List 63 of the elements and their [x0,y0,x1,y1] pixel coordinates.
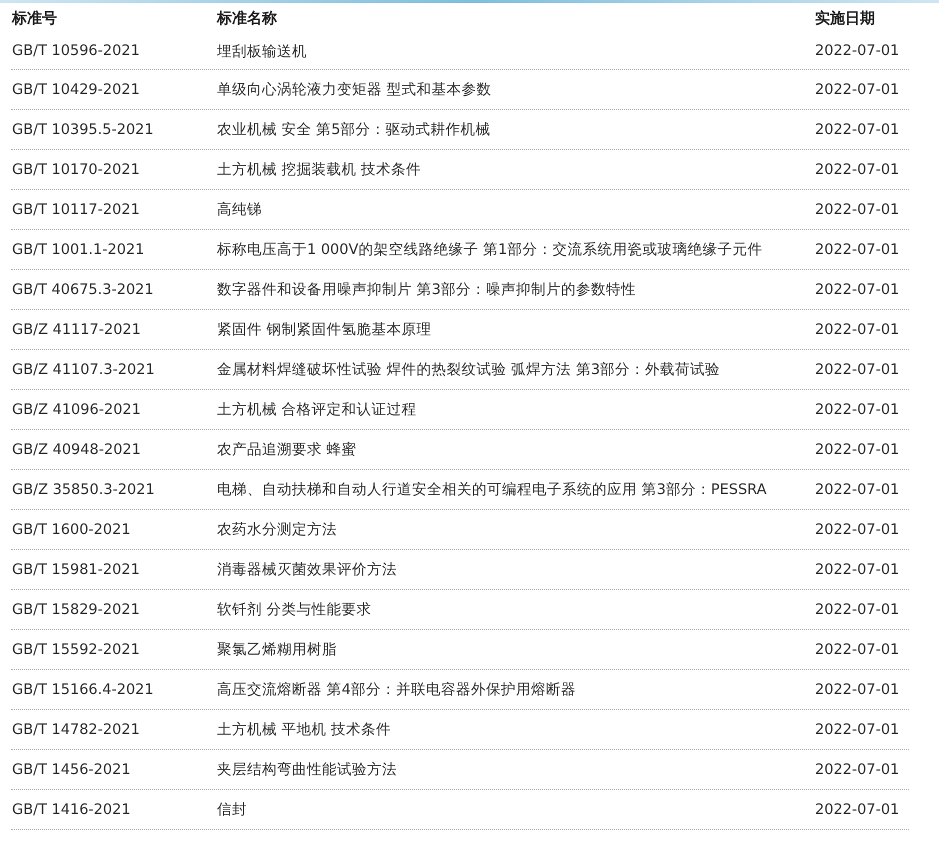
table-cell: 2022-07-01 [815,43,900,59]
table-cell: 2022-07-01 [815,362,900,378]
table-cell: GB/T 40675.3-2021 [11,282,154,298]
table-cell: GB/T 1456-2021 [11,762,131,778]
table-cell: 2022-07-01 [815,442,900,458]
table-cell-text: 消毒器械灭菌效果评价方法 [217,560,397,579]
table-cell: GB/T 1001.1-2021 [11,242,144,258]
table-cell: GB/T 14782-2021 [11,722,140,738]
table-cell: 2022-07-01 [815,802,900,818]
table-cell: 2022-07-01 [815,522,900,538]
table-cell-text: 高纯锑 [217,200,262,219]
table-cell: GB/Z 40948-2021 [11,442,141,458]
table-cell: 2022-07-01 [815,722,900,738]
column-header: 标准号 [11,8,57,28]
table-cell: GB/T 10170-2021 [11,162,140,178]
table-cell-text: 金属材料焊缝破坏性试验 焊件的热裂纹试验 弧焊方法 第3部分：外载荷试验 [217,360,720,379]
table-cell: GB/Z 41096-2021 [11,402,141,418]
table-cell: 2022-07-01 [815,602,900,618]
table-cell-text: 聚氯乙烯糊用树脂 [217,641,337,659]
table-cell-text: 埋刮板输送机 [217,42,307,60]
table-cell-text: 农药水分测定方法 [217,520,337,539]
table-cell: 2022-07-01 [815,242,900,258]
table-cell: 2022-07-01 [815,122,900,138]
column-header: 标准名称 [217,8,277,28]
table-cell: GB/Z 41117-2021 [11,322,141,338]
table-cell-text: 信封 [217,801,247,819]
column-header: 实施日期 [815,8,875,28]
table-cell: 2022-07-01 [815,562,900,578]
table-cell: 2022-07-01 [815,642,900,658]
table-cell: GB/T 10117-2021 [11,202,140,218]
table-cell: 2022-07-01 [815,402,900,418]
table-cell: GB/T 1416-2021 [11,802,131,818]
table-cell: 2022-07-01 [815,322,900,338]
table-cell: GB/T 15829-2021 [11,602,140,618]
table-cell: 2022-07-01 [815,762,900,778]
table-cell-text: 农产品追溯要求 蜂蜜 [217,440,357,459]
table-cell: GB/T 15592-2021 [11,642,140,658]
table-cell-text: 电梯、自动扶梯和自动人行道安全相关的可编程电子系统的应用 第3部分：PESSRA [217,480,767,499]
table-cell: GB/T 10395.5-2021 [11,122,154,138]
table-cell-text: 土方机械 挖掘装载机 技术条件 [217,160,422,179]
table-cell: GB/T 1600-2021 [11,522,131,538]
table-cell: GB/Z 41107.3-2021 [11,362,155,378]
table-cell-text: 土方机械 平地机 技术条件 [217,720,392,739]
table-cell-text: 标称电压高于1 000V的架空线路绝缘子 第1部分：交流系统用瓷或玻璃绝缘子元件 [217,240,762,259]
table-cell: 2022-07-01 [815,82,900,98]
table-cell-text: 单级向心涡轮液力变矩器 型式和基本参数 [217,80,492,99]
table-cell-text: 夹层结构弯曲性能试验方法 [217,760,397,779]
table-cell: GB/T 15166.4-2021 [11,682,154,698]
table-cell: GB/Z 35850.3-2021 [11,482,155,498]
table-cell-text: 农业机械 安全 第5部分：驱动式耕作机械 [217,120,490,139]
table-cell-text: 数字器件和设备用噪声抑制片 第3部分：噪声抑制片的参数特性 [217,280,636,299]
table-cell: GB/T 10596-2021 [11,43,140,59]
table-cell: 2022-07-01 [815,162,900,178]
table-cell-text: 紧固件 钢制紧固件氢脆基本原理 [217,321,432,339]
table-cell: GB/T 10429-2021 [11,82,140,98]
table-cell: 2022-07-01 [815,282,900,298]
table-cell: 2022-07-01 [815,202,900,218]
table-cell: 2022-07-01 [815,482,900,498]
table-cell-text: 土方机械 合格评定和认证过程 [217,400,417,419]
table-cell-text: 高压交流熔断器 第4部分：并联电容器外保护用熔断器 [217,680,576,699]
table-cell: GB/T 15981-2021 [11,562,140,578]
table-cell-text: 软钎剂 分类与性能要求 [217,600,372,619]
table-cell: 2022-07-01 [815,682,900,698]
